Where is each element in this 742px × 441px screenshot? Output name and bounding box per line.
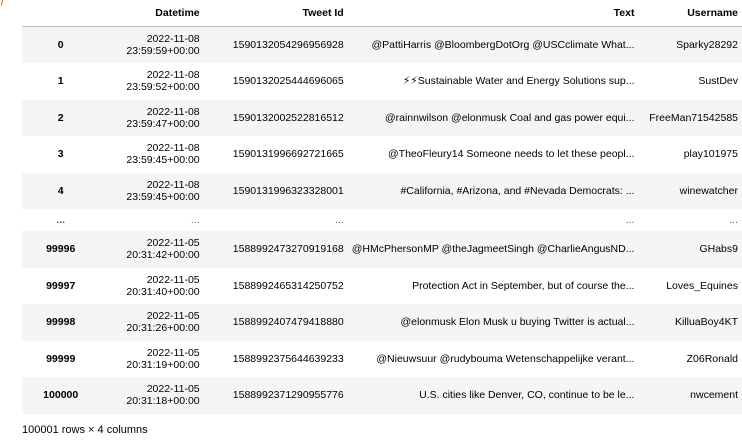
ellipsis-cell: ...: [190, 214, 200, 226]
time-value: 20:31:19+00:00: [126, 358, 200, 371]
tweet-id-cell: 1590132025444696065: [232, 75, 344, 88]
column-header-username: Username: [638, 0, 742, 27]
tweet-id-cell: 1588992375644639233: [232, 352, 344, 365]
row-index: 4: [57, 184, 64, 197]
tweet-id-cell: 1588992371290955776: [232, 389, 344, 402]
ellipsis-index: ...: [56, 214, 66, 226]
text-cell: #California, #Arizona, and #Nevada Democ…: [400, 184, 635, 197]
date-value: 2022-11-05: [146, 273, 200, 286]
datetime-cell: 2022-11-08 23:59:45+00:00: [99, 136, 203, 173]
text-cell: @PattiHarris @BloombergDotOrg @USCclimat…: [371, 39, 635, 51]
tweet-id-cell: 1588992473270919168: [232, 243, 344, 256]
date-value: 2022-11-08: [146, 69, 200, 82]
datetime-cell: 2022-11-05 20:31:18+00:00: [99, 377, 203, 414]
date-value: 2022-11-05: [146, 237, 200, 250]
username-cell: GHabs9: [699, 243, 738, 256]
table-row: 1 2022-11-08 23:59:52+00:00 1590132025444…: [22, 63, 742, 100]
row-index: 99999: [46, 352, 76, 365]
ellipsis-cell: ...: [729, 214, 738, 226]
username-cell: SustDev: [698, 75, 738, 88]
ellipsis-cell: ...: [334, 214, 344, 226]
username-cell: play101975: [683, 148, 738, 161]
text-cell: @Nieuwsuur @rudybouma Wetenschappelijke …: [376, 352, 635, 365]
tweet-id-cell: 1590132002522816512: [232, 111, 344, 124]
time-value: 23:59:59+00:00: [126, 45, 200, 57]
tweet-id-cell: 1590132054296956928: [232, 39, 344, 51]
text-cell: @elonmusk Elon Musk u buying Twitter is …: [400, 316, 635, 329]
time-value: 23:59:52+00:00: [126, 81, 200, 94]
username-cell: Sparky28292: [676, 39, 738, 51]
time-value: 20:31:26+00:00: [126, 322, 200, 335]
row-index: 99998: [46, 316, 76, 329]
table-row: 2 2022-11-08 23:59:47+00:00 1590132002522…: [22, 99, 742, 137]
ellipsis-row: ... ... ... ... ...: [22, 209, 742, 231]
username-cell: nwcement: [690, 389, 738, 402]
ellipsis-cell: ...: [625, 214, 635, 226]
time-value: 20:31:40+00:00: [126, 285, 200, 298]
date-value: 2022-11-05: [146, 310, 200, 323]
table-row: 4 2022-11-08 23:59:45+00:00 1590131996323…: [22, 172, 742, 210]
table-row: 100000 2022-11-05 20:31:18+00:00 15889923…: [22, 377, 742, 414]
table-row: 99997 2022-11-05 20:31:40+00:00 158899246…: [22, 268, 742, 305]
tweet-id-cell: 1588992465314250752: [232, 279, 344, 292]
username-cell: KilluaBoy4KT: [674, 316, 738, 329]
row-index: 99996: [46, 243, 76, 256]
text-cell: @HMcPhersonMP @theJagmeetSingh @CharlieA…: [351, 243, 635, 256]
datetime-cell: 2022-11-08 23:59:59+00:00: [99, 27, 203, 64]
dataframe-table: Datetime Tweet Id Text Username 0 2022-1…: [22, 0, 742, 414]
datetime-cell: 2022-11-05 20:31:26+00:00: [99, 304, 203, 341]
header-row: Datetime Tweet Id Text Username: [22, 0, 742, 27]
date-value: 2022-11-08: [146, 33, 200, 45]
table-row: 99999 2022-11-05 20:31:19+00:00 158899237…: [22, 341, 742, 378]
username-cell: Z06Ronald: [686, 352, 738, 365]
text-cell: ⚡⚡Sustainable Water and Energy Solutions…: [403, 75, 635, 88]
date-value: 2022-11-08: [146, 142, 200, 155]
datetime-cell: 2022-11-08 23:59:47+00:00: [99, 100, 203, 137]
date-value: 2022-11-05: [146, 346, 200, 359]
datetime-cell: 2022-11-05 20:31:40+00:00: [99, 268, 203, 305]
username-cell: FreeMan71542585: [649, 111, 738, 124]
row-index: 1: [57, 75, 64, 88]
table-row: 99998 2022-11-05 20:31:26+00:00 158899240…: [22, 304, 742, 341]
row-index: 99997: [46, 279, 76, 292]
date-value: 2022-11-08: [146, 178, 200, 191]
time-value: 23:59:47+00:00: [126, 117, 200, 130]
table-row: 0 2022-11-08 23:59:59+00:00 1590132054296…: [22, 26, 742, 64]
datetime-cell: 2022-11-05 20:31:19+00:00: [99, 341, 203, 378]
row-index: 2: [57, 111, 64, 124]
username-cell: Loves_Equines: [666, 279, 738, 292]
column-header-text: Text: [347, 0, 639, 27]
datetime-cell: 2022-11-08 23:59:45+00:00: [99, 173, 203, 210]
tweet-id-cell: 1590131996323328001: [232, 184, 344, 197]
tweet-id-cell: 1588992407479418880: [232, 316, 344, 329]
time-value: 23:59:45+00:00: [126, 154, 200, 167]
datetime-cell: 2022-11-05 20:31:42+00:00: [99, 231, 203, 268]
cell-output-marker: ƒ: [0, 0, 7, 6]
table-row: 99996 2022-11-05 20:31:42+00:00 158899247…: [22, 231, 742, 268]
row-index: 3: [57, 148, 64, 161]
username-cell: winewatcher: [679, 184, 738, 197]
text-cell: U.S. cities like Denver, CO, continue to…: [419, 389, 635, 402]
tweet-id-cell: 1590131996692721665: [232, 148, 344, 161]
text-cell: @rainnwilson @elonmusk Coal and gas powe…: [384, 111, 635, 124]
time-value: 23:59:45+00:00: [126, 190, 200, 203]
column-header-tweet-id: Tweet Id: [203, 0, 348, 27]
column-header-datetime: Datetime: [99, 0, 204, 27]
row-index: 0: [57, 39, 64, 51]
datetime-cell: 2022-11-08 23:59:52+00:00: [99, 63, 203, 100]
table-shape-summary: 100001 rows × 4 columns: [22, 424, 148, 436]
row-index: 100000: [43, 389, 79, 402]
text-cell: @TheoFleury14 Someone needs to let these…: [388, 148, 635, 161]
time-value: 20:31:42+00:00: [126, 249, 200, 262]
date-value: 2022-11-08: [146, 105, 200, 118]
text-cell: Protection Act in September, but of cour…: [412, 279, 635, 292]
index-header: [22, 0, 100, 27]
table-row: 3 2022-11-08 23:59:45+00:00 1590131996692…: [22, 136, 742, 173]
time-value: 20:31:18+00:00: [126, 395, 200, 408]
date-value: 2022-11-05: [146, 383, 200, 396]
